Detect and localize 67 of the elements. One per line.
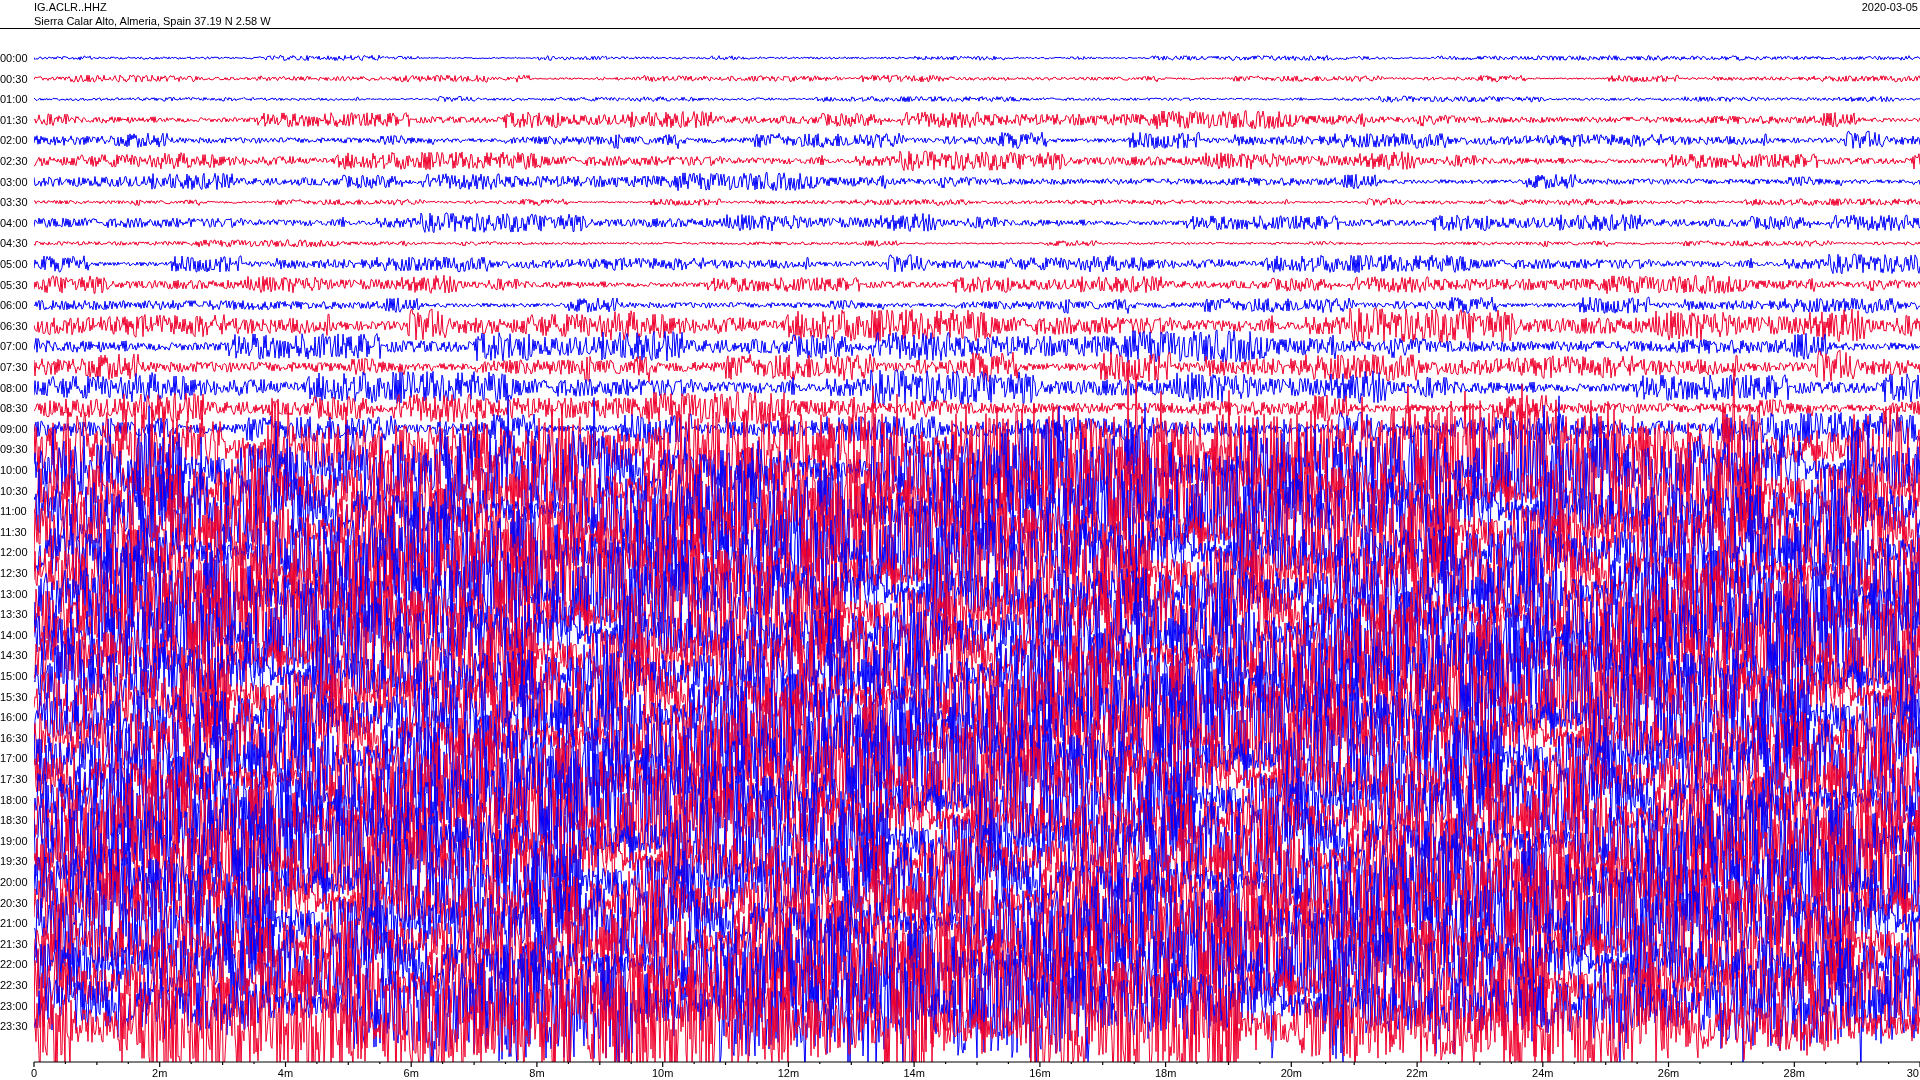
time-label: 12:30 — [0, 567, 28, 579]
time-label: 21:30 — [0, 937, 28, 950]
time-label: 19:00 — [0, 834, 28, 847]
time-label: 03:00 — [0, 175, 28, 188]
axis-tick-label: 20m — [1280, 1067, 1303, 1079]
time-label: 15:30 — [0, 690, 28, 703]
time-label: 17:30 — [0, 773, 28, 785]
time-label: 00:30 — [0, 72, 28, 85]
axis-tick-label: 14m — [903, 1067, 925, 1079]
time-label: 01:00 — [0, 93, 28, 106]
time-label: 01:30 — [0, 113, 28, 126]
time-label: 04:30 — [0, 237, 28, 250]
time-label: 07:30 — [0, 361, 28, 373]
time-label: 17:00 — [0, 752, 28, 765]
time-label: 09:30 — [0, 443, 28, 456]
time-label: 10:30 — [0, 484, 28, 497]
time-label: 20:30 — [0, 896, 28, 909]
axis-tick-label: 26m — [1657, 1067, 1680, 1079]
axis-tick-label: 24m — [1532, 1067, 1554, 1079]
axis-tick-label: 6m — [403, 1067, 419, 1079]
time-label: 19:30 — [0, 855, 28, 868]
axis-tick-label: 0 — [30, 1067, 38, 1079]
time-label: 10:00 — [0, 464, 28, 476]
time-label: 23:30 — [0, 1020, 28, 1033]
time-label: 13:00 — [0, 587, 28, 600]
station-code: IG.ACLR..HHZ — [34, 0, 108, 14]
time-label: 06:00 — [0, 299, 28, 312]
axis-tick-label: 16m — [1029, 1067, 1051, 1079]
axis-tick-label: 18m — [1154, 1067, 1177, 1079]
time-label: 14:00 — [0, 628, 28, 641]
time-label: 07:00 — [0, 340, 28, 353]
time-label: 00:00 — [0, 52, 28, 64]
station-location: Sierra Calar Alto, Almeria, Spain 37.19 N 2.58 W — [34, 14, 271, 28]
time-label: 13:30 — [0, 608, 28, 621]
time-label: 20:00 — [0, 876, 28, 888]
time-label: 04:00 — [0, 216, 28, 229]
time-label: 08:30 — [0, 402, 28, 415]
time-label: 22:00 — [0, 958, 28, 971]
time-label: 12:00 — [0, 546, 28, 559]
time-label: 18:30 — [0, 814, 28, 827]
time-label: 21:00 — [0, 917, 28, 930]
axis-tick-label: 30 — [1906, 1067, 1919, 1079]
time-label: 15:00 — [0, 670, 28, 682]
time-label: 08:00 — [0, 381, 28, 394]
time-label: 05:00 — [0, 258, 28, 270]
time-label: 11:00 — [0, 505, 27, 518]
axis-tick-label: 22m — [1406, 1067, 1428, 1079]
time-label: 16:30 — [0, 731, 28, 744]
time-label: 02:30 — [0, 155, 28, 167]
axis-tick-label: 4m — [277, 1067, 294, 1079]
time-label: 02:00 — [0, 134, 28, 147]
time-label: 14:30 — [0, 649, 28, 662]
time-label: 22:30 — [0, 979, 28, 991]
time-label: 23:00 — [0, 999, 28, 1012]
time-label: 05:30 — [0, 278, 28, 291]
time-label: 09:00 — [0, 422, 28, 435]
time-label: 03:30 — [0, 196, 28, 209]
axis-tick-label: 28m — [1783, 1067, 1805, 1079]
date-label: 2020-03-05 — [1861, 0, 1918, 15]
axis-tick-label: 2m — [152, 1067, 168, 1079]
time-label: 11:30 — [0, 525, 27, 538]
time-label: 06:30 — [0, 319, 28, 332]
time-label: 18:00 — [0, 793, 28, 806]
axis-tick-label: 8m — [529, 1067, 545, 1079]
time-label: 16:00 — [0, 711, 28, 724]
axis-tick-label: 10m — [651, 1067, 674, 1079]
axis-tick-label: 12m — [777, 1067, 800, 1079]
